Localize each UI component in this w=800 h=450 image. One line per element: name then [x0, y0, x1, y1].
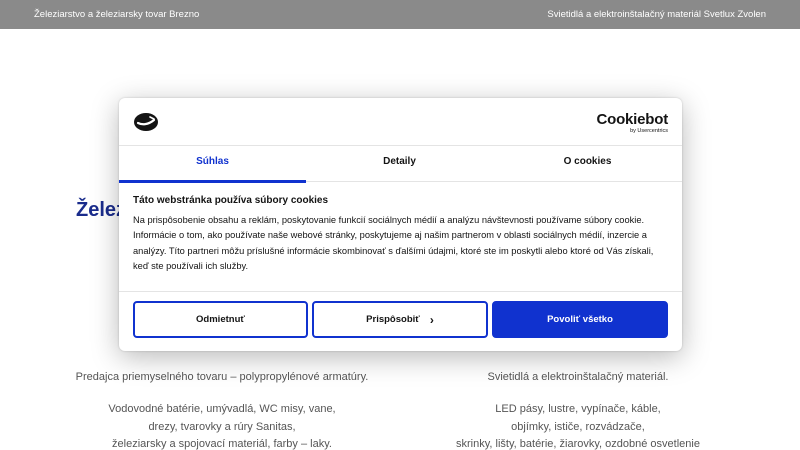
- tab-about-cookies[interactable]: O cookies: [493, 146, 682, 182]
- deny-button[interactable]: Odmietnuť: [133, 301, 308, 338]
- right-column-line: objímky, ističe, rozvádzače,: [511, 420, 645, 433]
- chevron-right-icon: ›: [429, 312, 434, 327]
- left-column-line: železiarsky a spojovací materiál, farby …: [112, 438, 332, 450]
- cookiebot-logo: Cookiebot by Usercentrics: [596, 112, 668, 135]
- dialog-tabs: Súhlas Detaily O cookies: [119, 146, 682, 183]
- left-column-line: drezy, tvarovky a rúry Sanitas,: [148, 420, 296, 433]
- deny-button-label: Odmietnuť: [196, 314, 245, 325]
- cookie-icon: [133, 112, 159, 132]
- tab-consent[interactable]: Súhlas: [119, 146, 306, 183]
- cookiebot-brand-name: Cookiebot: [596, 111, 668, 128]
- tab-details[interactable]: Detaily: [306, 146, 493, 182]
- customize-button-label: Prispôsobiť: [366, 314, 420, 325]
- allow-all-button[interactable]: Povoliť všetko: [492, 301, 668, 338]
- right-column: Svietidlá a elektroinštalačný materiál. …: [413, 371, 743, 450]
- right-column-subtitle: Svietidlá a elektroinštalačný materiál.: [487, 371, 669, 383]
- right-column-line: LED pásy, lustre, vypínače, káble,: [495, 403, 661, 415]
- topbar-right-link[interactable]: Svietidlá a elektroinštalačný materiál S…: [547, 9, 766, 20]
- cookie-consent-dialog: Cookiebot by Usercentrics Súhlas Detaily…: [119, 98, 682, 351]
- topbar-left-link[interactable]: Železiarstvo a železiarsky tovar Brezno: [34, 9, 199, 20]
- left-column: Predajca priemyselného tovaru – polyprop…: [57, 371, 387, 450]
- left-column-subtitle: Predajca priemyselného tovaru – polyprop…: [75, 371, 369, 383]
- dialog-header: Cookiebot by Usercentrics: [119, 98, 682, 146]
- dialog-footer: Odmietnuť Prispôsobiť › Povoliť všetko: [119, 291, 682, 351]
- top-bar: Železiarstvo a železiarsky tovar Brezno …: [0, 0, 800, 29]
- dialog-title: Táto webstránka používa súbory cookies: [133, 195, 329, 206]
- cookiebot-brand-by: by Usercentrics: [630, 128, 668, 134]
- dialog-body: Táto webstránka používa súbory cookies N…: [133, 194, 663, 275]
- customize-button[interactable]: Prispôsobiť ›: [312, 301, 488, 338]
- allow-all-button-label: Povoliť všetko: [547, 314, 613, 325]
- right-column-line: skrinky, lišty, batérie, žiarovky, ozdob…: [456, 438, 700, 450]
- left-column-line: Vodovodné batérie, umývadlá, WC misy, va…: [108, 403, 336, 415]
- dialog-text: Na prispôsobenie obsahu a reklám, poskyt…: [133, 215, 654, 272]
